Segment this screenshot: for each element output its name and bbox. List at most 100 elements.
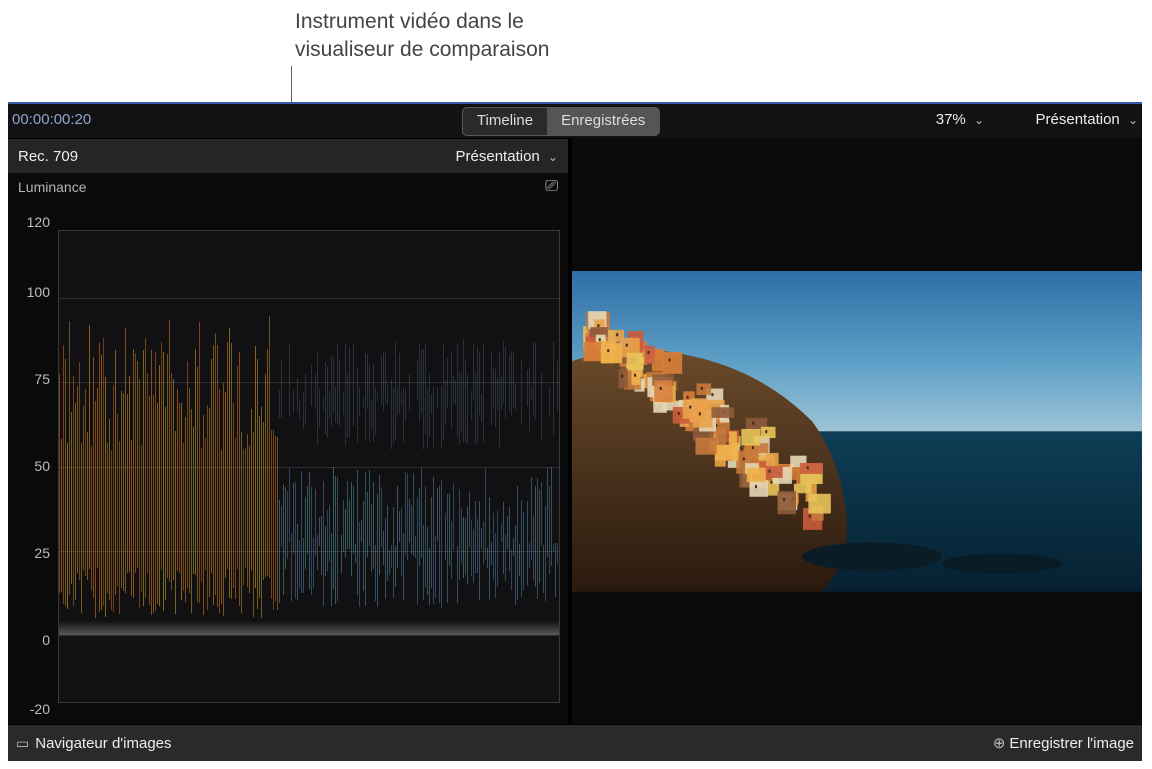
comparison-bottombar: ▭ Navigateur d'images ⊕ Enregistrer l'im…: [8, 724, 1142, 761]
waveform-trace: [137, 361, 138, 568]
waveform-trace: [471, 391, 472, 420]
waveform-trace: [79, 362, 80, 580]
gridline: [59, 467, 559, 468]
colorspace-chip[interactable]: Rec. 709: [18, 148, 78, 165]
waveform-trace: [101, 355, 102, 611]
waveform-trace: [273, 430, 274, 610]
waveform-trace: [393, 507, 394, 598]
waveform-trace: [541, 373, 542, 441]
waveform-trace: [477, 519, 478, 572]
waveform-trace: [427, 527, 428, 595]
save-frame-button[interactable]: ⊕ Enregistrer l'image: [993, 734, 1134, 752]
waveform-trace: [463, 517, 464, 577]
waveform-trace: [349, 500, 350, 549]
waveform-trace: [223, 383, 224, 617]
waveform-trace: [433, 477, 434, 604]
waveform-trace: [407, 473, 408, 560]
waveform-trace: [239, 352, 240, 605]
waveform-trace: [499, 352, 500, 447]
waveform-trace: [301, 471, 302, 592]
waveform-trace: [463, 339, 464, 441]
tab-timeline[interactable]: Timeline: [463, 108, 547, 135]
waveform-trace: [403, 533, 404, 600]
waveform-trace: [205, 438, 206, 571]
waveform-trace: [343, 392, 344, 415]
waveform-trace: [387, 385, 388, 405]
waveform-trace: [539, 489, 540, 583]
waveform-trace: [305, 374, 306, 424]
waveform-trace: [157, 403, 158, 604]
waveform-trace: [331, 355, 332, 425]
waveform-trace: [557, 543, 558, 564]
presentation-label: Présentation: [1036, 111, 1120, 128]
waveform-trace: [325, 526, 326, 576]
zoom-value: 37%: [936, 111, 966, 128]
waveform-trace: [549, 486, 550, 573]
zoom-dropdown[interactable]: 37% ⌄: [936, 111, 984, 128]
waveform-trace: [345, 343, 346, 444]
callout-text: Instrument vidéo dans le visualiseur de …: [295, 8, 549, 64]
waveform-trace: [531, 477, 532, 560]
comparison-viewer: [572, 138, 1142, 725]
presentation-dropdown-scope[interactable]: Présentation ⌄: [456, 148, 558, 165]
waveform-trace: [309, 472, 310, 589]
waveform-trace: [329, 391, 330, 419]
waveform-trace: [409, 374, 410, 410]
tab-enregistrees[interactable]: Enregistrées: [547, 108, 659, 135]
y-tick-label: -20: [30, 701, 50, 717]
waveform-trace: [527, 501, 528, 585]
waveform-trace: [501, 523, 502, 542]
waveform-trace: [483, 522, 484, 565]
waveform-trace: [547, 468, 548, 557]
waveform-trace: [255, 346, 256, 589]
waveform-trace: [131, 440, 132, 596]
frame-browser-button[interactable]: ▭ Navigateur d'images: [16, 735, 172, 752]
waveform-trace: [253, 432, 254, 617]
waveform-trace: [109, 419, 110, 600]
waveform-trace: [439, 486, 440, 603]
waveform-trace: [447, 494, 448, 603]
gridline: [59, 635, 559, 636]
waveform-trace: [387, 505, 388, 580]
waveform-trace: [337, 344, 338, 423]
waveform-trace: [445, 513, 446, 560]
gridline: [59, 382, 559, 383]
waveform-trace: [217, 345, 218, 607]
waveform-trace: [451, 351, 452, 427]
waveform-trace: [279, 390, 280, 417]
waveform-trace: [523, 512, 524, 590]
waveform-trace: [465, 518, 466, 575]
waveform-trace: [543, 545, 544, 593]
waveform-trace: [307, 486, 308, 553]
waveform-trace: [207, 405, 208, 610]
waveform-trace: [71, 412, 72, 584]
waveform-trace: [161, 342, 162, 570]
waveform-trace: [403, 388, 404, 443]
waveform-trace: [497, 511, 498, 587]
waveform-trace: [509, 355, 510, 411]
waveform-trace: [191, 409, 192, 614]
waveform-trace: [299, 540, 300, 588]
scope-type-icon[interactable]: ⎚: [545, 178, 558, 196]
waveform-baseline: [59, 621, 559, 635]
waveform-trace: [457, 344, 458, 436]
waveform-trace: [215, 333, 216, 594]
waveform-trace: [229, 328, 230, 599]
waveform-trace: [423, 525, 424, 600]
waveform-trace: [213, 345, 214, 606]
waveform-trace: [127, 394, 128, 573]
waveform-trace: [349, 347, 350, 437]
comparison-mode-segmented: Timeline Enregistrées: [462, 107, 660, 136]
waveform-trace: [175, 431, 176, 614]
presentation-dropdown-top[interactable]: Présentation ⌄: [1036, 111, 1138, 128]
waveform-trace: [369, 470, 370, 546]
waveform-trace: [435, 536, 436, 598]
waveform-trace: [227, 342, 228, 569]
waveform-trace: [269, 316, 270, 578]
waveform-trace: [299, 399, 300, 420]
waveform-trace: [375, 545, 376, 600]
waveform-trace: [289, 468, 290, 542]
waveform-trace: [325, 362, 326, 435]
waveform-trace: [347, 481, 348, 549]
waveform-trace: [211, 359, 212, 573]
